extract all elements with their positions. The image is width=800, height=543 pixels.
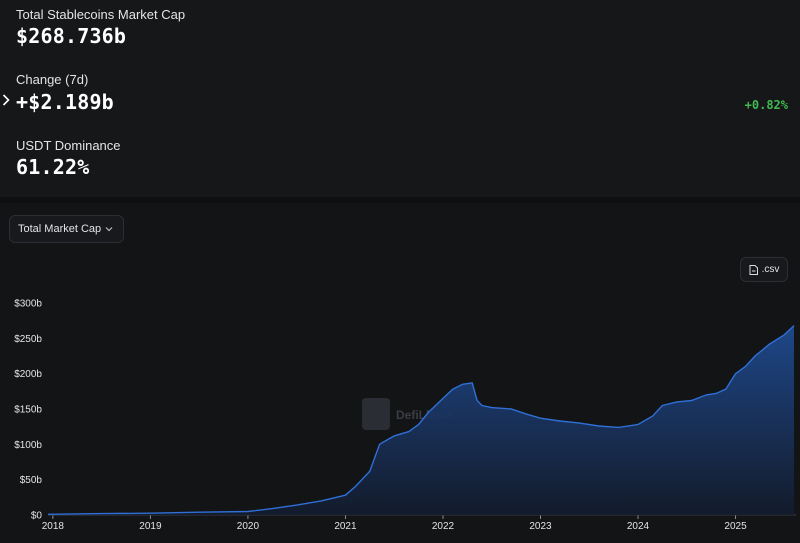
csv-button-label: .csv: [761, 264, 780, 275]
file-icon: [749, 264, 758, 275]
x-tick-label: 2018: [42, 521, 65, 532]
y-tick-label: $150b: [14, 405, 42, 416]
metric-select-label: Total Market Cap: [18, 223, 102, 235]
stats-panel: Total Stablecoins Market Cap $268.736b C…: [0, 0, 800, 197]
x-tick-label: 2019: [139, 521, 162, 532]
x-tick-label: 2025: [724, 521, 747, 532]
y-tick-label: $100b: [14, 440, 42, 451]
metric-select[interactable]: Total Market Cap: [9, 215, 124, 243]
dominance-value: 61.22%: [16, 155, 90, 179]
chevron-right-icon[interactable]: [2, 94, 14, 108]
x-axis: 2018 2019 2020 2021 2022 2023 2024 2025: [42, 514, 796, 532]
chevron-down-icon: [105, 227, 113, 232]
dominance-label: USDT Dominance: [16, 138, 121, 153]
market-cap-chart: DefiLlama $0$50b$100b$150b$200b$250b$300…: [14, 299, 796, 532]
y-tick-label: $300b: [14, 299, 42, 310]
x-tick-label: 2023: [529, 521, 552, 532]
y-tick-label: $200b: [14, 369, 42, 380]
change-percent: +0.82%: [744, 98, 788, 112]
change-label: Change (7d): [16, 72, 89, 87]
x-tick-label: 2020: [237, 521, 260, 532]
market-cap-label: Total Stablecoins Market Cap: [16, 7, 186, 22]
y-tick-label: $250b: [14, 334, 42, 345]
y-axis: $0 $50b $100b $150b $200b $250b $300b: [14, 299, 42, 522]
chart-panel: DefiLlama $0 $50b $100b $150b $200b $250b $300…: [0, 203, 800, 543]
x-tick-label: 2024: [627, 521, 650, 532]
y-tick-label: $0: [31, 511, 43, 522]
market-cap-value: $268.736b: [16, 24, 127, 48]
change-value: +$2.189b: [16, 90, 114, 114]
x-tick-label: 2022: [432, 521, 455, 532]
llama-logo-icon: [362, 398, 390, 430]
x-tick-label: 2021: [334, 521, 357, 532]
y-tick-label: $50b: [20, 475, 43, 486]
csv-download-button[interactable]: .csv: [740, 257, 788, 282]
